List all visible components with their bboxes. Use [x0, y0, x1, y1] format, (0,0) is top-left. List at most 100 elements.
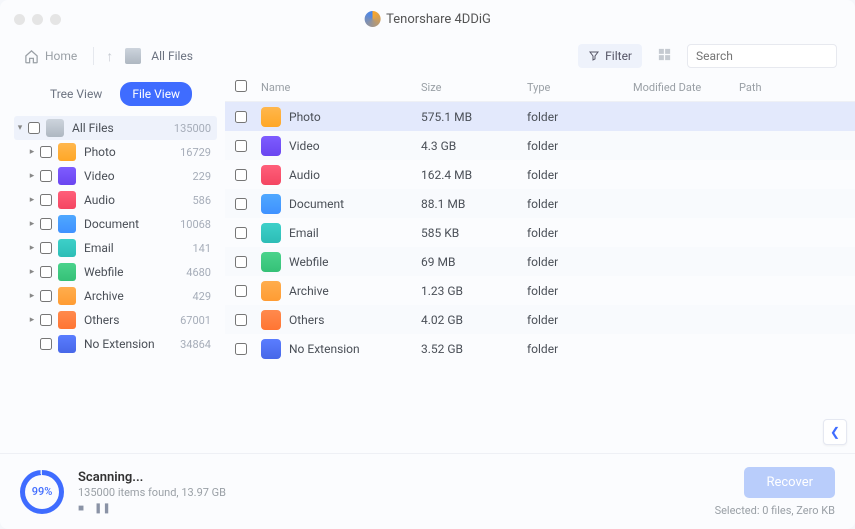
home-icon [24, 49, 39, 64]
category-icon [58, 215, 76, 233]
row-checkbox[interactable] [235, 343, 247, 355]
tab-file-view[interactable]: File View [120, 82, 192, 106]
row-checkbox[interactable] [235, 198, 247, 210]
pause-button[interactable]: ❚❚ [94, 503, 111, 514]
category-icon [58, 311, 76, 329]
tree-label: Document [84, 217, 180, 231]
row-checkbox[interactable] [235, 169, 247, 181]
caret-icon[interactable]: ▾ [14, 123, 26, 133]
category-icon [58, 239, 76, 257]
home-button[interactable]: Home [18, 45, 83, 68]
caret-icon[interactable]: ▸ [26, 195, 38, 205]
tree-checkbox[interactable] [40, 194, 52, 206]
tree-checkbox[interactable] [28, 122, 40, 134]
col-header-path[interactable]: Path [739, 81, 845, 94]
sidebar-item-archive[interactable]: ▸ Archive429 [14, 284, 217, 308]
row-type: folder [527, 284, 633, 298]
caret-icon[interactable]: ▸ [26, 267, 38, 277]
sidebar-item-no-extension[interactable]: No Extension34864 [14, 332, 217, 356]
sidebar-item-others[interactable]: ▸Others67001 [14, 308, 217, 332]
table-row[interactable]: Photo575.1 MBfolder [225, 102, 855, 131]
table-row[interactable]: No Extension 3.52 GBfolder [225, 334, 855, 363]
maximize-icon[interactable] [50, 14, 61, 25]
tree-label: No Extension [84, 337, 180, 351]
scan-status-title: Scanning... [78, 470, 226, 485]
tree-checkbox[interactable] [40, 170, 52, 182]
row-type: folder [527, 255, 633, 269]
sidebar-item-photo[interactable]: ▸Photo16729 [14, 140, 217, 164]
table-row[interactable]: Email585 KBfolder [225, 218, 855, 247]
caret-icon[interactable]: ▸ [26, 147, 38, 157]
window-controls[interactable] [14, 14, 61, 25]
caret-icon[interactable]: ▸ [26, 219, 38, 229]
select-all-checkbox[interactable] [235, 80, 247, 92]
sidebar-item-audio[interactable]: ▸Audio586 [14, 188, 217, 212]
sidebar-item-video[interactable]: ▸Video229 [14, 164, 217, 188]
row-checkbox[interactable] [235, 111, 247, 123]
caret-icon[interactable]: ▸ [26, 243, 38, 253]
tab-tree-view[interactable]: Tree View [38, 82, 114, 106]
caret-icon[interactable]: ▸ [26, 315, 38, 325]
panel-toggle-button[interactable]: ❮ [823, 419, 847, 445]
tree-count: 10068 [180, 218, 211, 231]
app-logo-icon [364, 11, 380, 27]
sidebar-item-email[interactable]: ▸Email141 [14, 236, 217, 260]
row-name: Video [289, 139, 320, 153]
filter-icon [588, 50, 600, 62]
row-checkbox[interactable] [235, 285, 247, 297]
row-name: Photo [289, 110, 321, 124]
category-icon [58, 167, 76, 185]
table-row[interactable]: Video4.3 GBfolder [225, 131, 855, 160]
stop-button[interactable]: ■ [78, 503, 84, 514]
col-header-size[interactable]: Size [421, 81, 527, 94]
filter-button[interactable]: Filter [578, 44, 642, 68]
row-type: folder [527, 342, 633, 356]
tree-checkbox[interactable] [40, 218, 52, 230]
file-type-icon [261, 339, 281, 359]
row-type: folder [527, 226, 633, 240]
table-row[interactable]: Others4.02 GBfolder [225, 305, 855, 334]
close-icon[interactable] [14, 14, 25, 25]
file-tree: ▾All Files135000▸Photo16729▸Video229▸Aud… [14, 116, 217, 356]
row-checkbox[interactable] [235, 314, 247, 326]
col-header-type[interactable]: Type [527, 81, 633, 94]
row-name: No Extension [289, 342, 360, 356]
tree-checkbox[interactable] [40, 338, 52, 350]
table-row[interactable]: Audio162.4 MBfolder [225, 160, 855, 189]
grid-icon [657, 47, 672, 62]
search-box[interactable] [687, 44, 837, 68]
minimize-icon[interactable] [32, 14, 43, 25]
col-header-modified[interactable]: Modified Date [633, 81, 739, 94]
sidebar-item-all-files[interactable]: ▾All Files135000 [14, 116, 217, 140]
breadcrumb[interactable]: All Files [151, 49, 193, 63]
search-input[interactable] [696, 49, 852, 63]
file-type-icon [261, 194, 281, 214]
file-type-icon [261, 310, 281, 330]
view-grid-button[interactable] [652, 42, 677, 71]
row-checkbox[interactable] [235, 256, 247, 268]
tree-label: Others [84, 313, 180, 327]
caret-icon[interactable]: ▸ [26, 171, 38, 181]
tree-checkbox[interactable] [40, 266, 52, 278]
col-header-name[interactable]: Name [261, 81, 421, 94]
row-checkbox[interactable] [235, 140, 247, 152]
recover-button[interactable]: Recover [744, 467, 835, 498]
row-size: 3.52 GB [421, 342, 527, 356]
tree-checkbox[interactable] [40, 242, 52, 254]
table-row[interactable]: Document88.1 MBfolder [225, 189, 855, 218]
tree-checkbox[interactable] [40, 146, 52, 158]
table-row[interactable]: Archive1.23 GBfolder [225, 276, 855, 305]
caret-icon[interactable]: ▸ [26, 291, 38, 301]
toolbar: Home ↑ All Files Filter [0, 38, 855, 74]
file-type-icon [261, 107, 281, 127]
table-row[interactable]: Webfile69 MBfolder [225, 247, 855, 276]
up-button[interactable]: ↑ [104, 48, 115, 65]
sidebar-item-document[interactable]: ▸ Document10068 [14, 212, 217, 236]
tree-count: 429 [192, 290, 211, 303]
sidebar-item-webfile[interactable]: ▸Webfile4680 [14, 260, 217, 284]
category-icon [58, 335, 76, 353]
tree-label: Archive [84, 289, 192, 303]
tree-checkbox[interactable] [40, 290, 52, 302]
row-checkbox[interactable] [235, 227, 247, 239]
tree-checkbox[interactable] [40, 314, 52, 326]
